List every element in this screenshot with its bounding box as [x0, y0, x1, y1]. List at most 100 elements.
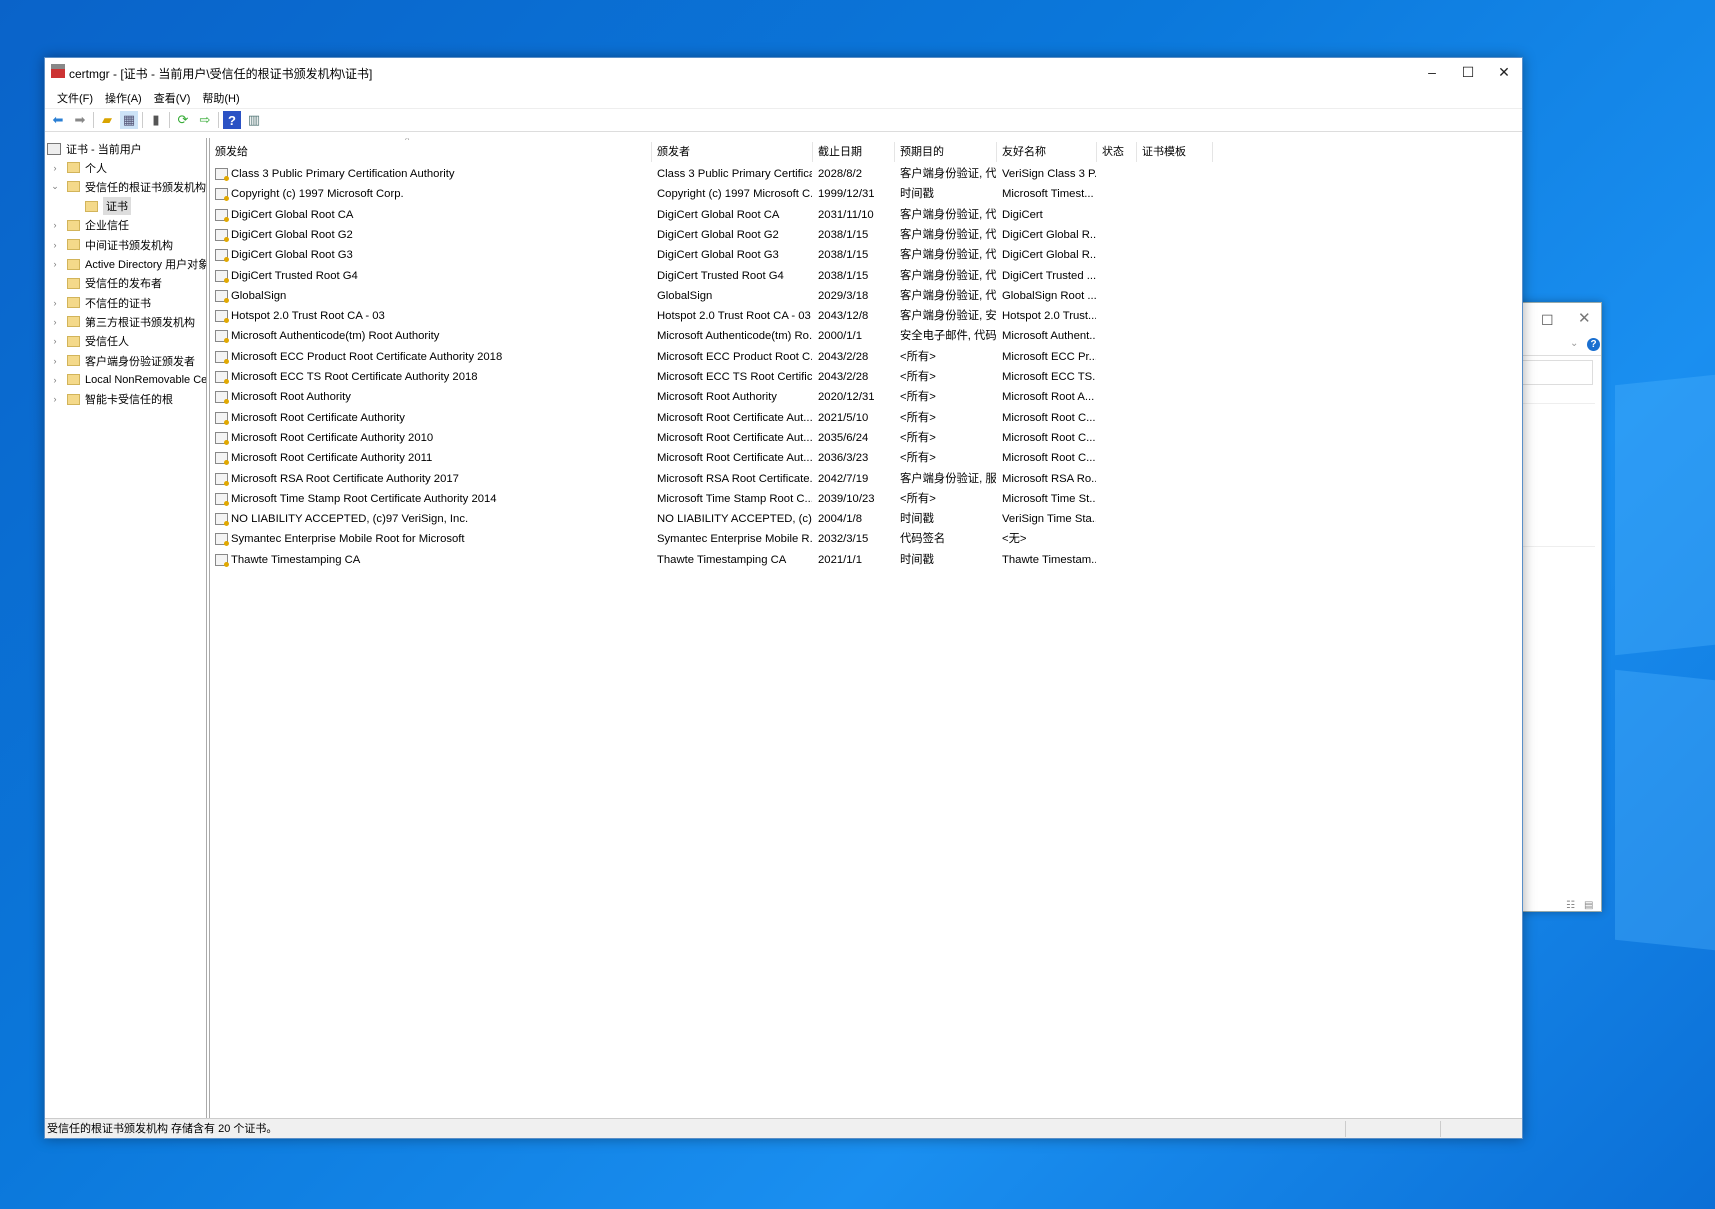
table-row[interactable]: Microsoft ECC TS Root Certificate Author…	[210, 367, 1210, 387]
table-cell: DigiCert Global Root CA	[231, 208, 354, 221]
export-icon[interactable]: ⇨	[196, 111, 214, 129]
table-cell: GlobalSign	[231, 289, 287, 302]
tree-item[interactable]: › 受信任人	[49, 332, 129, 351]
divider	[1511, 403, 1595, 404]
table-cell: <所有>	[900, 452, 936, 465]
column-header[interactable]: 证书模板	[1137, 142, 1213, 162]
chevron-right-icon[interactable]: ›	[49, 220, 61, 230]
tree-item[interactable]: › 企业信任	[49, 216, 129, 235]
close-button[interactable]: ✕	[1486, 58, 1522, 86]
table-row[interactable]: NO LIABILITY ACCEPTED, (c)97 VeriSign, I…	[210, 509, 1210, 529]
table-row[interactable]: DigiCert Global Root G3 DigiCert Global R…	[210, 245, 1210, 265]
tree-item[interactable]: › 个人	[49, 158, 107, 177]
table-row[interactable]: DigiCert Trusted Root G4 DigiCert Trusted…	[210, 266, 1210, 286]
column-header[interactable]: 颁发者	[652, 142, 813, 162]
show-hide-tree-icon[interactable]: ▦	[120, 111, 138, 129]
minimize-button[interactable]: –	[1414, 58, 1450, 86]
certificate-icon	[215, 411, 229, 425]
chevron-right-icon[interactable]: ›	[49, 163, 61, 173]
table-row[interactable]: Class 3 Public Primary Certification Aut…	[210, 164, 1210, 184]
table-row[interactable]: DigiCert Global Root CA DigiCert Global R…	[210, 205, 1210, 225]
folder-icon	[67, 277, 80, 289]
menu-help[interactable]: 帮助(H)	[196, 90, 245, 106]
table-cell: DigiCert	[1002, 208, 1043, 221]
table-row[interactable]: Microsoft Root Certificate Authority 201…	[210, 448, 1210, 468]
tree-item[interactable]: › 智能卡受信任的根	[49, 390, 173, 409]
tree-item-label: 企业信任	[85, 220, 129, 233]
tree-item[interactable]: › Local NonRemovable Cert	[49, 370, 207, 389]
tree-item[interactable]: ⌄ 受信任的根证书颁发机构	[49, 177, 206, 196]
tree-item[interactable]: › 客户端身份验证颁发者	[49, 351, 195, 370]
close-button[interactable]: ✕	[1578, 309, 1591, 327]
chevron-right-icon[interactable]: ›	[49, 259, 61, 269]
search-input[interactable]	[1511, 360, 1593, 385]
table-row[interactable]: Microsoft ECC Product Root Certificate A…	[210, 347, 1210, 367]
table-cell: 2021/1/1	[818, 553, 862, 566]
column-header[interactable]: 预期目的	[895, 142, 997, 162]
table-cell: <所有>	[900, 391, 936, 404]
tree-item[interactable]: 证书	[67, 197, 131, 216]
table-row[interactable]: Thawte Timestamping CA Thawte Timestampin…	[210, 550, 1210, 570]
column-header[interactable]: 截止日期	[813, 142, 895, 162]
table-row[interactable]: Microsoft Time Stamp Root Certificate Au…	[210, 489, 1210, 509]
maximize-button[interactable]: ☐	[1450, 58, 1486, 86]
table-cell: 2028/8/2	[818, 168, 862, 180]
column-header[interactable]: 状态	[1097, 142, 1137, 162]
table-cell: 2038/1/15	[818, 269, 869, 282]
background-window[interactable]: ☐ ✕ ⌄ ? ☷ ▤	[1510, 302, 1602, 912]
help-icon[interactable]: ?	[223, 111, 241, 129]
table-cell: 客户端身份验证, 代...	[900, 168, 996, 180]
chevron-right-icon[interactable]: ›	[49, 240, 61, 250]
table-cell: Thawte Timestam...	[1002, 553, 1096, 566]
chevron-right-icon[interactable]: ›	[49, 394, 61, 404]
table-row[interactable]: Microsoft Root Certificate Authority 201…	[210, 428, 1210, 448]
chevron-right-icon[interactable]: ›	[49, 336, 61, 346]
menu-action[interactable]: 操作(A)	[99, 90, 148, 106]
preview-view-icon[interactable]: ▤	[1584, 900, 1593, 911]
menu-bar: 文件(F) 操作(A) 查看(V) 帮助(H)	[45, 88, 1522, 108]
menu-file[interactable]: 文件(F)	[51, 90, 99, 106]
table-row[interactable]: Symantec Enterprise Mobile Root for Micr…	[210, 529, 1210, 549]
back-icon[interactable]: ⬅	[49, 111, 67, 129]
tree-item[interactable]: › 不信任的证书	[49, 293, 151, 312]
tree-item[interactable]: › Active Directory 用户对象	[49, 255, 206, 274]
table-row[interactable]: Microsoft Root Authority Microsoft Root A…	[210, 387, 1210, 407]
chevron-right-icon[interactable]: ›	[49, 317, 61, 327]
table-row[interactable]: Microsoft Root Certificate Authority Micr…	[210, 408, 1210, 428]
help-icon[interactable]: ?	[1587, 338, 1600, 351]
table-cell: 时间戳	[900, 553, 934, 566]
folder-icon	[67, 355, 80, 366]
title-bar[interactable]: certmgr - [证书 - 当前用户\受信任的根证书颁发机构\证书] – ☐…	[45, 58, 1522, 86]
chevron-right-icon[interactable]: ›	[49, 298, 61, 308]
table-cell: VeriSign Time Sta...	[1002, 513, 1096, 526]
tree-item[interactable]: 受信任的发布者	[49, 274, 162, 293]
table-row[interactable]: Microsoft Authenticode(tm) Root Authorit…	[210, 326, 1210, 346]
tree-item-label: 中间证书颁发机构	[85, 239, 173, 252]
table-cell: DigiCert Trusted ...	[1002, 269, 1096, 282]
certificate-icon	[215, 208, 229, 222]
refresh-icon[interactable]: ⟳	[174, 111, 192, 129]
column-header[interactable]: 颁发给	[210, 142, 652, 162]
tree-root[interactable]: 证书 - 当前用户	[47, 139, 142, 158]
table-row[interactable]: GlobalSign GlobalSign 2029/3/18 客户端身份验证, 代.…	[210, 286, 1210, 306]
table-row[interactable]: DigiCert Global Root G2 DigiCert Global R…	[210, 225, 1210, 245]
certificate-icon	[215, 168, 229, 181]
chevron-right-icon[interactable]: ›	[49, 375, 61, 385]
tree-item[interactable]: › 中间证书颁发机构	[49, 235, 173, 254]
table-row[interactable]: Hotspot 2.0 Trust Root CA - 03 Hotspot 2.…	[210, 306, 1210, 326]
up-folder-icon[interactable]: ▰	[98, 111, 116, 129]
maximize-button[interactable]: ☐	[1541, 312, 1554, 329]
table-row[interactable]: Copyright (c) 1997 Microsoft Corp. Copyri…	[210, 184, 1210, 204]
properties-icon[interactable]: ▥	[245, 111, 263, 129]
forward-icon[interactable]: ➡	[71, 111, 89, 129]
table-row[interactable]: Microsoft RSA Root Certificate Authority…	[210, 469, 1210, 489]
clipboard-icon[interactable]: ▮	[147, 111, 165, 129]
table-cell: Microsoft Root Authority	[657, 391, 777, 404]
chevron-right-icon[interactable]: ›	[49, 356, 61, 366]
tree-item[interactable]: › 第三方根证书颁发机构	[49, 312, 195, 331]
details-view-icon[interactable]: ☷	[1566, 900, 1575, 911]
chevron-down-icon[interactable]: ⌄	[49, 181, 61, 192]
chevron-down-icon[interactable]: ⌄	[1570, 338, 1578, 349]
column-header[interactable]: 友好名称	[997, 142, 1097, 162]
menu-view[interactable]: 查看(V)	[148, 90, 197, 106]
